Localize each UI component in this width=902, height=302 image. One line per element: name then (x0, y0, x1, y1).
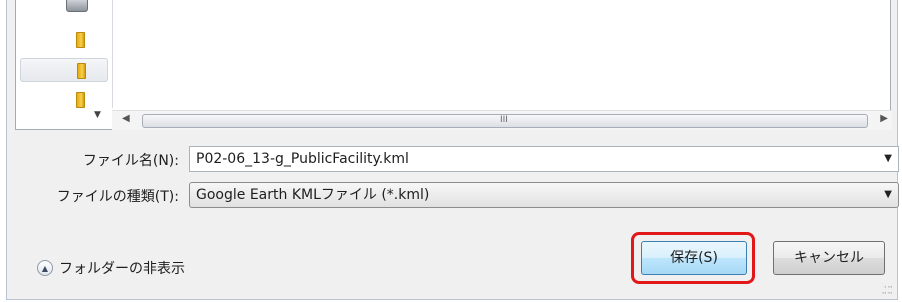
horizontal-scrollbar[interactable]: ◀ III ▶ (112, 110, 892, 130)
folder-icon (76, 92, 85, 108)
save-button[interactable]: 保存(S) (641, 241, 747, 275)
drive-icon[interactable] (66, 0, 88, 12)
file-name-label: ファイル名(N): (82, 153, 179, 169)
tree-folder-item-selected[interactable] (20, 58, 108, 82)
tree-folder-item[interactable] (20, 88, 108, 112)
chevron-down-icon[interactable]: ▼ (94, 110, 101, 120)
file-type-value: Google Earth KMLファイル (*.kml) (196, 187, 430, 203)
file-type-select[interactable]: Google Earth KMLファイル (*.kml) ▼ (189, 182, 899, 208)
file-browser-pane: ▼ ◀ III ▶ (15, 0, 892, 130)
hide-folders-toggle[interactable]: ▲ フォルダーの非表示 (37, 258, 185, 278)
scrollbar-grip: III (500, 115, 508, 125)
scrollbar-thumb[interactable]: III (142, 114, 868, 128)
hide-folders-label: フォルダーの非表示 (59, 261, 185, 277)
folder-tree: ▼ (16, 0, 113, 120)
resize-grip-icon[interactable]: ⠠⠤ ⠤⠤ (881, 282, 893, 296)
chevron-down-icon[interactable]: ▼ (884, 147, 892, 171)
cancel-button[interactable]: キャンセル (773, 241, 885, 275)
chevron-down-icon: ▼ (884, 189, 892, 200)
save-dialog: ▼ ◀ III ▶ ファイル名(N): P02-06_13-g_PublicFa… (6, 0, 899, 300)
chevron-up-icon: ▲ (37, 260, 53, 276)
arrow-right-icon[interactable]: ▶ (880, 113, 888, 124)
file-name-input[interactable]: P02-06_13-g_PublicFacility.kml ▼ (189, 146, 899, 172)
file-name-value: P02-06_13-g_PublicFacility.kml (196, 151, 409, 167)
arrow-left-icon[interactable]: ◀ (122, 113, 130, 124)
folder-icon (77, 63, 86, 79)
tree-folder-item[interactable] (20, 28, 108, 52)
folder-icon (76, 32, 85, 48)
file-type-label: ファイルの種類(T): (56, 189, 179, 205)
